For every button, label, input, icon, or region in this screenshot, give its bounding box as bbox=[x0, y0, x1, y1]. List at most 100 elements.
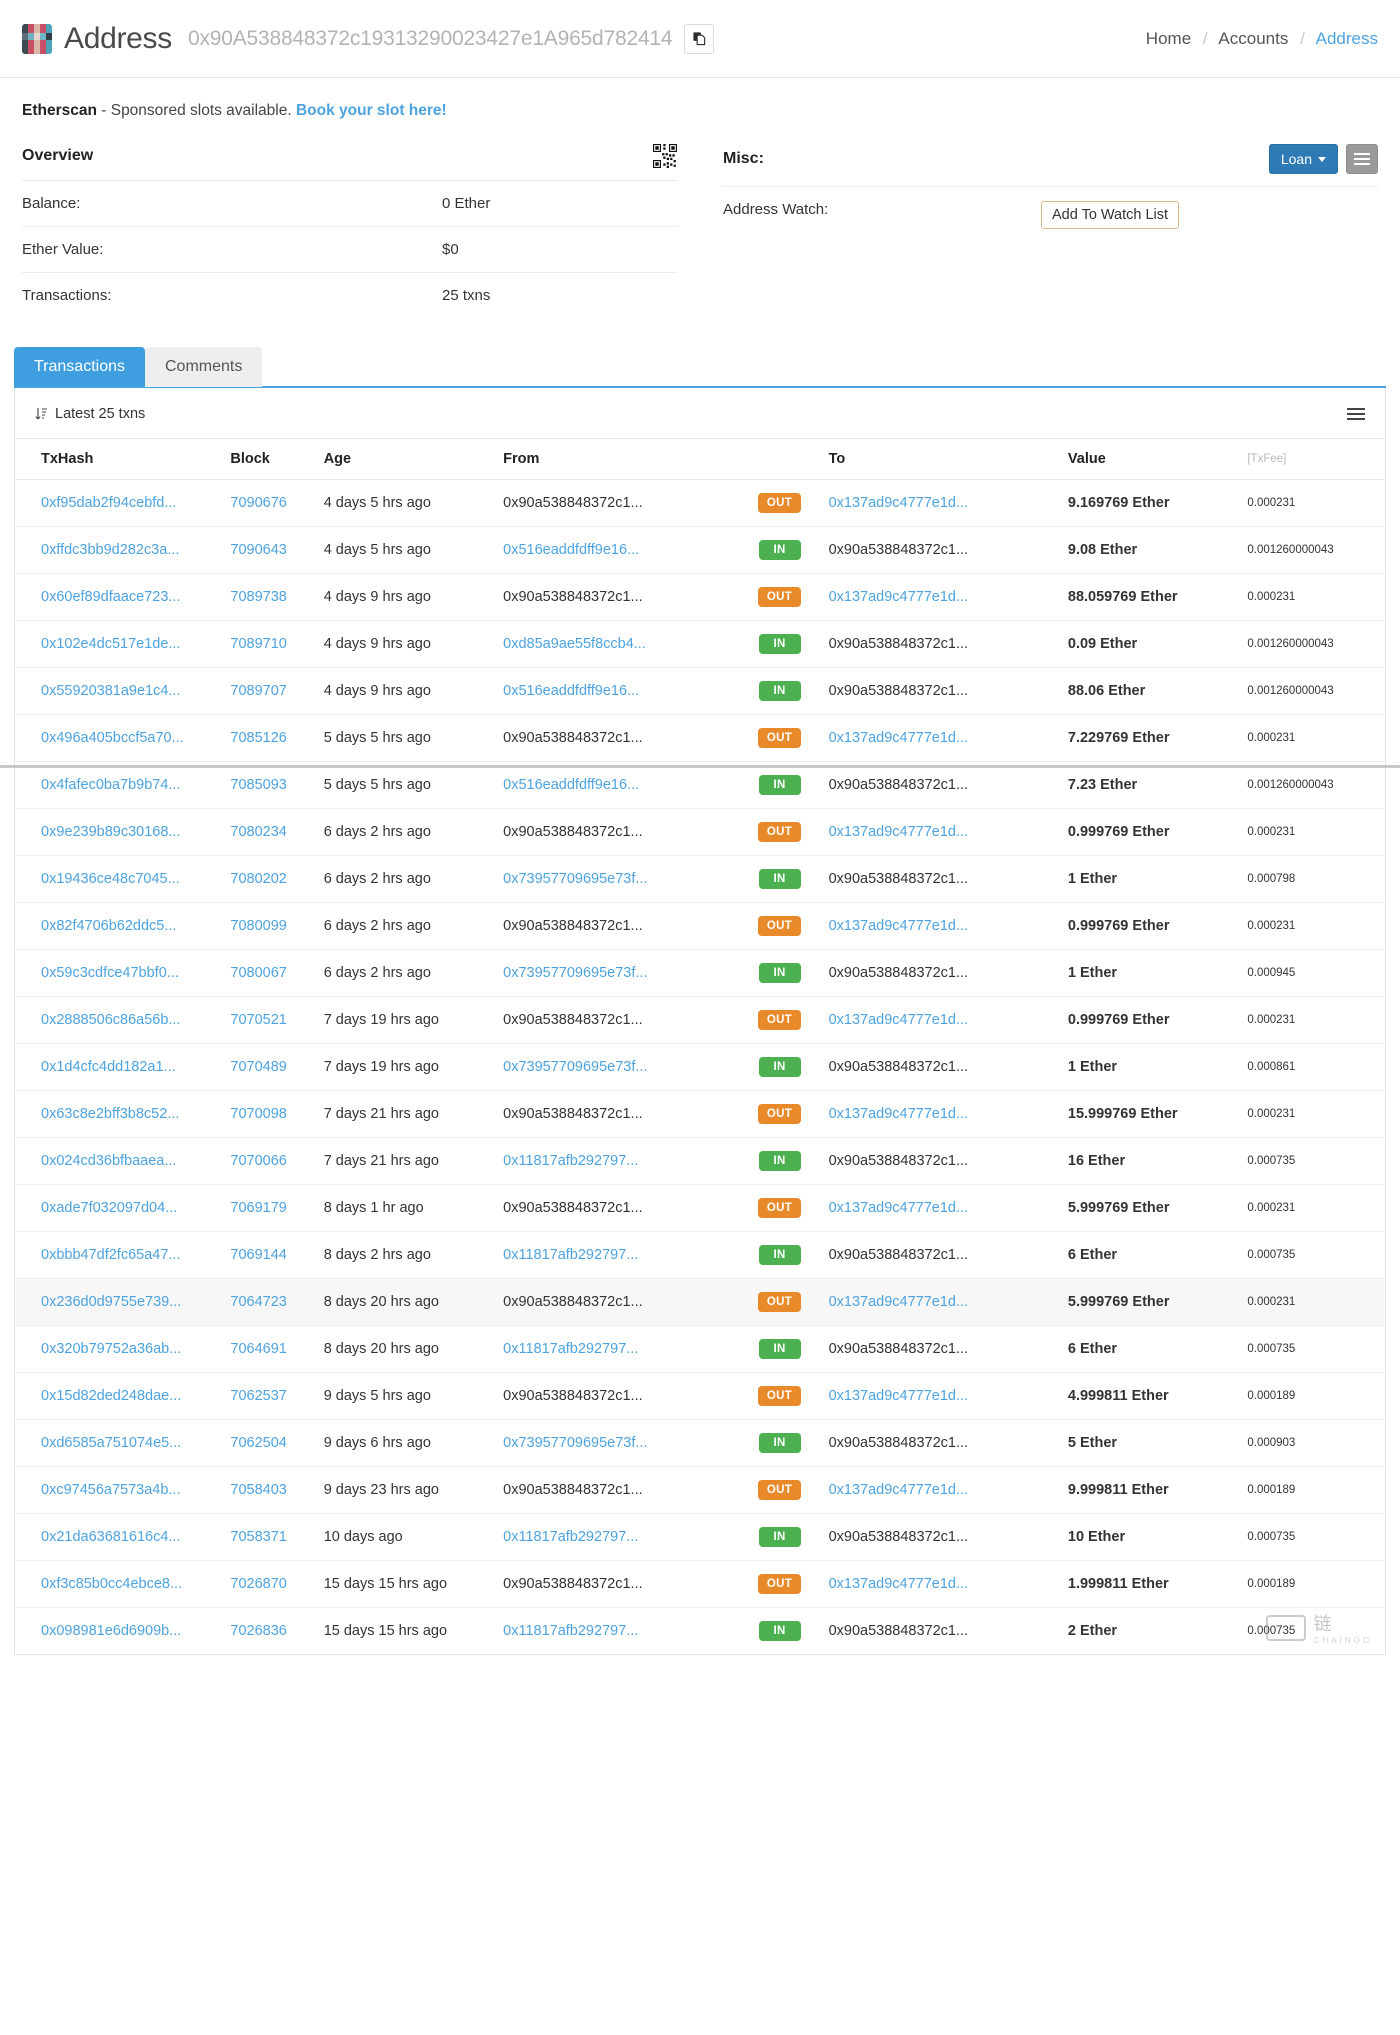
cell-txhash-text[interactable]: 0x236d0d9755e739... bbox=[41, 1294, 181, 1310]
cell-to-text[interactable]: 0x137ad9c4777e1d... bbox=[829, 1294, 969, 1310]
cell-from[interactable]: 0x11817afb292797... bbox=[497, 1608, 736, 1655]
cell-from-text[interactable]: 0x516eaddfdff9e16... bbox=[503, 542, 639, 558]
table-row[interactable]: 0xade7f032097d04...70691798 days 1 hr ag… bbox=[15, 1185, 1385, 1232]
cell-from[interactable]: 0x516eaddfdff9e16... bbox=[497, 762, 736, 809]
copy-icon[interactable] bbox=[684, 24, 714, 54]
cell-txhash[interactable]: 0x320b79752a36ab... bbox=[15, 1326, 224, 1373]
cell-txhash[interactable]: 0x4fafec0ba7b9b74... bbox=[15, 762, 224, 809]
breadcrumb-home[interactable]: Home bbox=[1146, 29, 1191, 48]
cell-block[interactable]: 7070489 bbox=[224, 1044, 317, 1091]
cell-block-text[interactable]: 7070066 bbox=[230, 1153, 286, 1169]
cell-txhash[interactable]: 0x63c8e2bff3b8c52... bbox=[15, 1091, 224, 1138]
cell-from-text[interactable]: 0x73957709695e73f... bbox=[503, 871, 647, 887]
add-to-watch-list-button[interactable]: Add To Watch List bbox=[1041, 201, 1179, 229]
cell-txhash-text[interactable]: 0xbbb47df2fc65a47... bbox=[41, 1247, 180, 1263]
table-menu-icon[interactable] bbox=[1347, 408, 1365, 420]
cell-txhash[interactable]: 0x19436ce48c7045... bbox=[15, 856, 224, 903]
cell-block-text[interactable]: 7080067 bbox=[230, 965, 286, 981]
cell-from[interactable]: 0x11817afb292797... bbox=[497, 1232, 736, 1279]
cell-txhash[interactable]: 0x55920381a9e1c4... bbox=[15, 668, 224, 715]
cell-txhash[interactable]: 0x496a405bccf5a70... bbox=[15, 715, 224, 762]
cell-txhash-text[interactable]: 0x19436ce48c7045... bbox=[41, 871, 180, 887]
cell-txhash[interactable]: 0x098981e6d6909b... bbox=[15, 1608, 224, 1655]
cell-to-text[interactable]: 0x137ad9c4777e1d... bbox=[829, 824, 969, 840]
table-row[interactable]: 0x82f4706b62ddc5...70800996 days 2 hrs a… bbox=[15, 903, 1385, 950]
cell-block-text[interactable]: 7026836 bbox=[230, 1623, 286, 1639]
column-header-from[interactable]: From bbox=[497, 439, 736, 480]
cell-from[interactable]: 0x11817afb292797... bbox=[497, 1514, 736, 1561]
cell-block-text[interactable]: 7069144 bbox=[230, 1247, 286, 1263]
column-header-age[interactable]: Age bbox=[318, 439, 497, 480]
cell-txhash-text[interactable]: 0x15d82ded248dae... bbox=[41, 1388, 181, 1404]
cell-block-text[interactable]: 7080234 bbox=[230, 824, 286, 840]
cell-from[interactable]: 0x73957709695e73f... bbox=[497, 1044, 736, 1091]
table-row[interactable]: 0x1d4cfc4dd182a1...70704897 days 19 hrs … bbox=[15, 1044, 1385, 1091]
cell-txhash-text[interactable]: 0x63c8e2bff3b8c52... bbox=[41, 1106, 179, 1122]
cell-block-text[interactable]: 7080202 bbox=[230, 871, 286, 887]
cell-to[interactable]: 0x137ad9c4777e1d... bbox=[823, 1467, 1062, 1514]
cell-from[interactable]: 0x73957709695e73f... bbox=[497, 1420, 736, 1467]
column-header-block[interactable]: Block bbox=[224, 439, 317, 480]
cell-block-text[interactable]: 7089710 bbox=[230, 636, 286, 652]
cell-block[interactable]: 7085126 bbox=[224, 715, 317, 762]
cell-to[interactable]: 0x137ad9c4777e1d... bbox=[823, 809, 1062, 856]
cell-txhash[interactable]: 0x1d4cfc4dd182a1... bbox=[15, 1044, 224, 1091]
cell-txhash-text[interactable]: 0xade7f032097d04... bbox=[41, 1200, 177, 1216]
cell-block-text[interactable]: 7064691 bbox=[230, 1341, 286, 1357]
cell-txhash-text[interactable]: 0x4fafec0ba7b9b74... bbox=[41, 777, 180, 793]
cell-block[interactable]: 7080234 bbox=[224, 809, 317, 856]
cell-txhash-text[interactable]: 0xffdc3bb9d282c3a... bbox=[41, 542, 179, 558]
cell-from[interactable]: 0x11817afb292797... bbox=[497, 1326, 736, 1373]
cell-block[interactable]: 7069144 bbox=[224, 1232, 317, 1279]
table-row[interactable]: 0xd6585a751074e5...70625049 days 6 hrs a… bbox=[15, 1420, 1385, 1467]
cell-txhash[interactable]: 0x9e239b89c30168... bbox=[15, 809, 224, 856]
cell-txhash-text[interactable]: 0x55920381a9e1c4... bbox=[41, 683, 181, 699]
cell-from-text[interactable]: 0x73957709695e73f... bbox=[503, 1435, 647, 1451]
cell-block-text[interactable]: 7070521 bbox=[230, 1012, 286, 1028]
table-row[interactable]: 0x024cd36bfbaaea...70700667 days 21 hrs … bbox=[15, 1138, 1385, 1185]
cell-block[interactable]: 7062537 bbox=[224, 1373, 317, 1420]
cell-block-text[interactable]: 7085093 bbox=[230, 777, 286, 793]
cell-txhash-text[interactable]: 0x320b79752a36ab... bbox=[41, 1341, 181, 1357]
cell-from-text[interactable]: 0x11817afb292797... bbox=[503, 1247, 638, 1263]
cell-txhash[interactable]: 0xbbb47df2fc65a47... bbox=[15, 1232, 224, 1279]
cell-txhash-text[interactable]: 0x82f4706b62ddc5... bbox=[41, 918, 176, 934]
cell-txhash-text[interactable]: 0x024cd36bfbaaea... bbox=[41, 1153, 176, 1169]
table-row[interactable]: 0x496a405bccf5a70...70851265 days 5 hrs … bbox=[15, 715, 1385, 762]
cell-to-text[interactable]: 0x137ad9c4777e1d... bbox=[829, 1576, 969, 1592]
tab-comments[interactable]: Comments bbox=[145, 347, 262, 387]
cell-txhash[interactable]: 0x024cd36bfbaaea... bbox=[15, 1138, 224, 1185]
cell-to-text[interactable]: 0x137ad9c4777e1d... bbox=[829, 1106, 969, 1122]
cell-txhash-text[interactable]: 0x1d4cfc4dd182a1... bbox=[41, 1059, 176, 1075]
cell-to[interactable]: 0x137ad9c4777e1d... bbox=[823, 480, 1062, 527]
cell-txhash-text[interactable]: 0x098981e6d6909b... bbox=[41, 1623, 181, 1639]
column-header-to[interactable]: To bbox=[823, 439, 1062, 480]
cell-txhash-text[interactable]: 0x102e4dc517e1de... bbox=[41, 636, 181, 652]
tab-transactions[interactable]: Transactions bbox=[14, 347, 145, 387]
cell-from-text[interactable]: 0x11817afb292797... bbox=[503, 1341, 638, 1357]
cell-txhash[interactable]: 0x82f4706b62ddc5... bbox=[15, 903, 224, 950]
cell-block[interactable]: 7080099 bbox=[224, 903, 317, 950]
cell-to[interactable]: 0x137ad9c4777e1d... bbox=[823, 903, 1062, 950]
cell-to[interactable]: 0x137ad9c4777e1d... bbox=[823, 1373, 1062, 1420]
cell-to[interactable]: 0x137ad9c4777e1d... bbox=[823, 1561, 1062, 1608]
cell-from[interactable]: 0x73957709695e73f... bbox=[497, 950, 736, 997]
cell-from-text[interactable]: 0x516eaddfdff9e16... bbox=[503, 683, 639, 699]
table-row[interactable]: 0x15d82ded248dae...70625379 days 5 hrs a… bbox=[15, 1373, 1385, 1420]
cell-block[interactable]: 7062504 bbox=[224, 1420, 317, 1467]
cell-from[interactable]: 0x11817afb292797... bbox=[497, 1138, 736, 1185]
cell-txhash[interactable]: 0x102e4dc517e1de... bbox=[15, 621, 224, 668]
cell-txhash-text[interactable]: 0x21da63681616c4... bbox=[41, 1529, 181, 1545]
cell-txhash-text[interactable]: 0x59c3cdfce47bbf0... bbox=[41, 965, 179, 981]
cell-block[interactable]: 7058371 bbox=[224, 1514, 317, 1561]
cell-to-text[interactable]: 0x137ad9c4777e1d... bbox=[829, 589, 969, 605]
cell-block[interactable]: 7069179 bbox=[224, 1185, 317, 1232]
cell-block-text[interactable]: 7089707 bbox=[230, 683, 286, 699]
cell-block[interactable]: 7070098 bbox=[224, 1091, 317, 1138]
cell-block-text[interactable]: 7064723 bbox=[230, 1294, 286, 1310]
misc-menu-button[interactable] bbox=[1346, 144, 1378, 174]
column-header-value[interactable]: Value bbox=[1062, 439, 1241, 480]
cell-from-text[interactable]: 0x516eaddfdff9e16... bbox=[503, 777, 639, 793]
qr-code-icon[interactable] bbox=[653, 144, 677, 168]
cell-block[interactable]: 7058403 bbox=[224, 1467, 317, 1514]
